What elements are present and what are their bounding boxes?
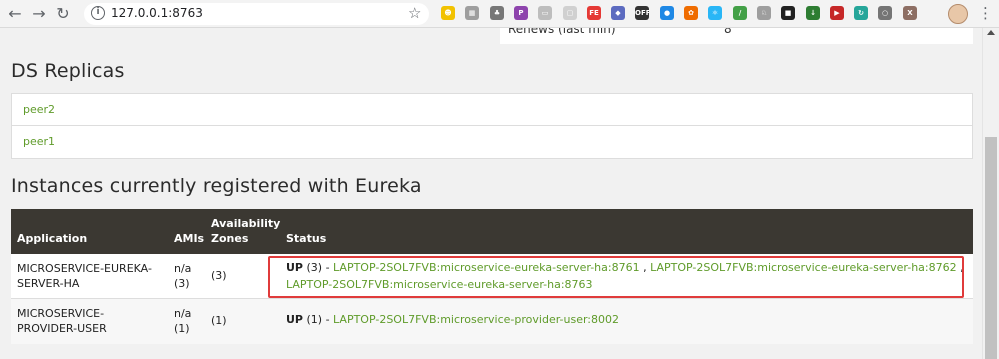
back-arrow-icon[interactable]: ← [5, 4, 25, 24]
general-info-row: Renews (last min) 8 [500, 28, 973, 44]
instance-link-8002[interactable]: LAPTOP-2SOL7FVB:microservice-provider-us… [333, 313, 619, 326]
fe-ext-icon[interactable]: FE [587, 6, 601, 20]
menu-dots-icon[interactable]: ⋮ [978, 3, 993, 23]
replicas-list: peer2 peer1 [11, 93, 973, 159]
bookmark-star-icon[interactable]: ☆ [408, 4, 421, 22]
record-ext-icon[interactable]: ○ [878, 6, 892, 20]
page-scrollbar[interactable] [982, 28, 999, 359]
app-name-line2: PROVIDER-USER [17, 322, 107, 335]
download-ext-icon[interactable]: ↓ [806, 6, 820, 20]
app-name-line1: MICROSERVICE- [17, 307, 105, 320]
purple-ext-icon[interactable]: P [514, 6, 528, 20]
browser-toolbar: ← → ↻ i 127.0.0.1:8763 ☆ ☻ ▦ ♣ P ▭ ▢ FE ◆ OFF ● ✿ ⚛… [0, 0, 999, 28]
forward-arrow-icon[interactable]: → [29, 4, 49, 24]
address-bar[interactable]: i 127.0.0.1:8763 [84, 3, 429, 25]
folder-ext-icon[interactable]: ▭ [538, 6, 552, 20]
scroll-up-arrow-icon[interactable] [987, 30, 995, 35]
profile-avatar[interactable] [948, 4, 968, 24]
table-row: MICROSERVICE- PROVIDER-USER n/a (1) (1) … [11, 299, 973, 344]
amis-value-line2: (1) [174, 322, 190, 335]
smiley-ext-icon[interactable]: ☻ [441, 6, 455, 20]
replica-link-peer1[interactable]: peer1 [23, 135, 55, 148]
status-state: UP [286, 313, 303, 326]
doc-ext-icon[interactable]: ▢ [563, 6, 577, 20]
react-ext-icon[interactable]: ⚛ [708, 6, 722, 20]
play-ext-icon[interactable]: ▶ [830, 6, 844, 20]
orange-ext-icon[interactable]: ✿ [684, 6, 698, 20]
dark-ext-icon[interactable]: ■ [781, 6, 795, 20]
highlight-box [268, 256, 964, 298]
scroll-thumb[interactable] [985, 137, 997, 359]
blue-circle-ext-icon[interactable]: ● [660, 6, 674, 20]
info-icon[interactable]: i [91, 6, 105, 20]
slash-ext-icon[interactable]: / [733, 6, 747, 20]
zones-value: (1) [211, 314, 227, 327]
replica-item: peer1 [12, 126, 972, 158]
header-status: Status [286, 232, 327, 245]
header-zones-line2: Zones [211, 232, 249, 245]
reload-icon[interactable]: ↻ [53, 4, 73, 24]
amis-value-line1: n/a [174, 262, 192, 275]
cat-ext-icon[interactable]: ♘ [757, 6, 771, 20]
status-cell: UP (1) - LAPTOP-2SOL7FVB:microservice-pr… [286, 311, 966, 328]
tree-ext-icon[interactable]: ♣ [490, 6, 504, 20]
grid-ext-icon[interactable]: ▦ [465, 6, 479, 20]
amis-value-line2: (3) [174, 277, 190, 290]
amis-value-line1: n/a [174, 307, 192, 320]
ds-replicas-title: DS Replicas [11, 60, 125, 82]
zones-value: (3) [211, 269, 227, 282]
status-count: (1) - [303, 313, 334, 326]
replica-link-peer2[interactable]: peer2 [23, 103, 55, 116]
app-name-line2: SERVER-HA [17, 277, 80, 290]
x-ext-icon[interactable]: X [903, 6, 917, 20]
off-ext-icon[interactable]: OFF [635, 6, 649, 20]
refresh-ext-icon[interactable]: ↻ [854, 6, 868, 20]
replica-item: peer2 [12, 94, 972, 126]
instances-title: Instances currently registered with Eure… [11, 175, 422, 197]
shield-ext-icon[interactable]: ◆ [611, 6, 625, 20]
stat-label: Renews (last min) [508, 28, 616, 36]
header-amis: AMIs [174, 232, 205, 245]
stat-value: 8 [724, 28, 732, 36]
header-application: Application [17, 232, 88, 245]
header-zones-line1: Availability [211, 217, 281, 230]
address-url[interactable]: 127.0.0.1:8763 [111, 6, 203, 20]
app-name-line1: MICROSERVICE-EUREKA- [17, 262, 152, 275]
table-header: Application AMIs Availability Zones Stat… [11, 209, 973, 254]
